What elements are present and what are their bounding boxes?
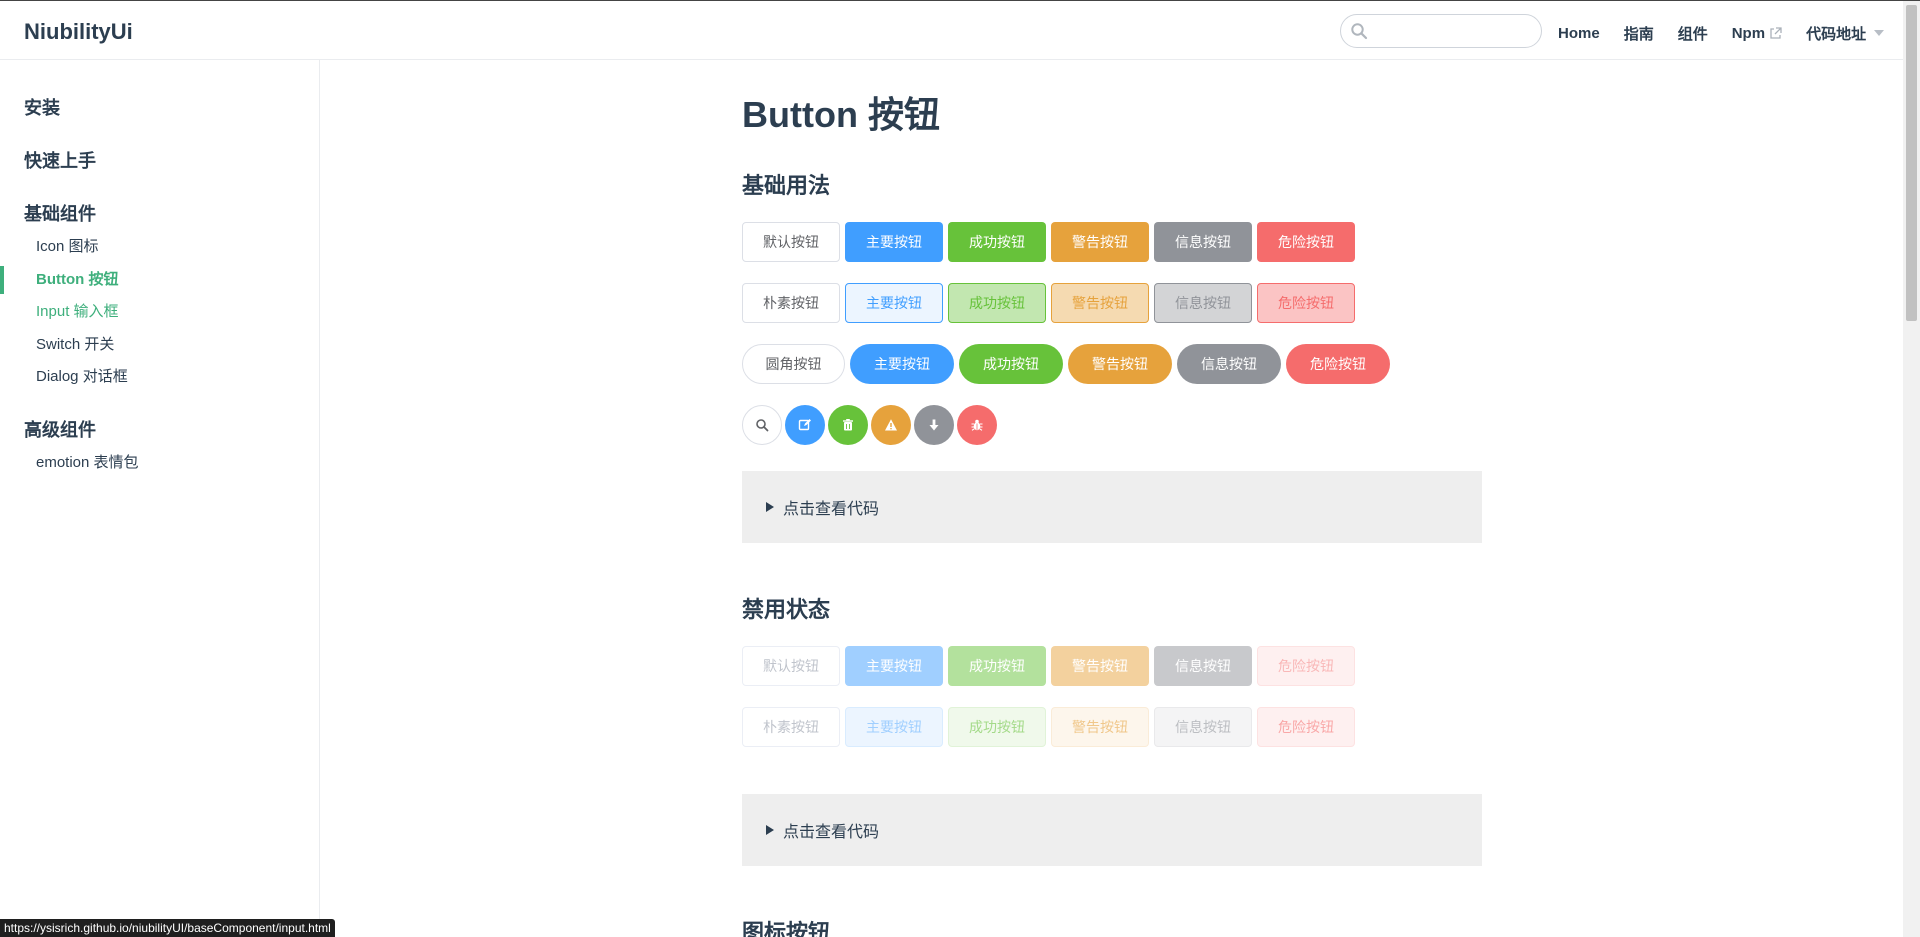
section-title-basic: 基础用法 [742,173,831,198]
nav-link-guide[interactable]: 指南 [1624,23,1654,44]
page-title: Button 按钮 [742,94,940,135]
sidebar-item-icon[interactable]: Icon 图标 [0,233,319,261]
circle-bug-button[interactable] [957,405,997,445]
circle-download-button[interactable] [914,405,954,445]
code-toggle-label: 点击查看代码 [783,824,880,841]
code-toggle-disabled[interactable]: 点击查看代码 [742,794,1482,866]
nav-dropdown-source[interactable]: 代码地址 [1806,23,1885,44]
disabled-plain-primary-button: 主要按钮 [845,707,943,747]
search-icon [1351,23,1368,40]
delete-icon [843,419,853,431]
status-bar-url: https://ysisrich.github.io/niubilityUI/b… [0,919,335,937]
default-button[interactable]: 默认按钮 [742,222,840,262]
triangle-right-icon [766,825,774,835]
disabled-default-button: 默认按钮 [742,646,840,686]
disabled-primary-button: 主要按钮 [845,646,943,686]
circle-edit-button[interactable] [785,405,825,445]
nav-link-npm-label: Npm [1731,24,1766,42]
navbar: NiubilityUi Home 指南 组件 Npm 代码地址 [0,1,1903,60]
external-link-icon [1770,26,1782,39]
scrollbar-thumb[interactable] [1906,5,1917,321]
edit-icon [798,419,811,431]
disabled-warning-button: 警告按钮 [1051,646,1149,686]
disabled-success-button: 成功按钮 [948,646,1046,686]
button-row-disabled-plain: 朴素按钮 主要按钮 成功按钮 警告按钮 信息按钮 危险按钮 [742,707,1355,747]
disabled-plain-info-button: 信息按钮 [1154,707,1252,747]
button-row-plain: 朴素按钮 主要按钮 成功按钮 警告按钮 信息按钮 危险按钮 [742,283,1355,323]
round-danger-button[interactable]: 危险按钮 [1286,344,1390,384]
button-row-basic: 默认按钮 主要按钮 成功按钮 警告按钮 信息按钮 危险按钮 [742,222,1355,262]
code-toggle-label: 点击查看代码 [783,501,880,518]
warning-icon [885,419,897,431]
sidebar-item-button[interactable]: Button 按钮 [0,266,319,294]
sidebar: 安装 快速上手 基础组件 Icon 图标 Button 按钮 Input 输入框… [0,60,320,937]
circle-search-button[interactable] [742,405,782,445]
nav-links: Home 指南 组件 Npm 代码地址 [1558,22,1908,44]
nav-link-home[interactable]: Home [1558,25,1600,42]
nav-link-npm[interactable]: Npm [1732,25,1782,42]
plain-info-button[interactable]: 信息按钮 [1154,283,1252,323]
disabled-plain-warning-button: 警告按钮 [1051,707,1149,747]
disabled-plain-default-button: 朴素按钮 [742,707,840,747]
disabled-danger-button: 危险按钮 [1257,646,1355,686]
sidebar-item-switch[interactable]: Switch 开关 [0,331,319,359]
button-row-circle [742,405,997,445]
success-button[interactable]: 成功按钮 [948,222,1046,262]
plain-success-button[interactable]: 成功按钮 [948,283,1046,323]
nav-link-components[interactable]: 组件 [1678,23,1708,44]
warning-button[interactable]: 警告按钮 [1051,222,1149,262]
nav-dropdown-source-label: 代码地址 [1806,25,1867,43]
disabled-plain-danger-button: 危险按钮 [1257,707,1355,747]
sidebar-group-quickstart[interactable]: 快速上手 [24,147,96,173]
bug-icon [971,419,983,431]
brand-logo[interactable]: NiubilityUi [24,19,133,45]
download-icon [929,419,939,431]
info-button[interactable]: 信息按钮 [1154,222,1252,262]
round-info-button[interactable]: 信息按钮 [1177,344,1281,384]
search-box[interactable] [1340,14,1542,48]
code-toggle-basic[interactable]: 点击查看代码 [742,471,1482,543]
plain-danger-button[interactable]: 危险按钮 [1257,283,1355,323]
sidebar-group-install[interactable]: 安装 [24,94,60,120]
search-input[interactable] [1371,19,1533,43]
round-primary-button[interactable]: 主要按钮 [850,344,954,384]
section-title-disabled: 禁用状态 [742,597,831,622]
circle-delete-button[interactable] [828,405,868,445]
disabled-info-button: 信息按钮 [1154,646,1252,686]
button-row-disabled: 默认按钮 主要按钮 成功按钮 警告按钮 信息按钮 危险按钮 [742,646,1355,686]
plain-warning-button[interactable]: 警告按钮 [1051,283,1149,323]
disabled-plain-success-button: 成功按钮 [948,707,1046,747]
plain-default-button[interactable]: 朴素按钮 [742,283,840,323]
section-title-icon-buttons: 图标按钮 [742,920,831,937]
round-default-button[interactable]: 圆角按钮 [742,344,845,384]
sidebar-group-basic: 基础组件 [24,204,96,224]
danger-button[interactable]: 危险按钮 [1257,222,1355,262]
round-success-button[interactable]: 成功按钮 [959,344,1063,384]
search-icon [756,419,769,432]
plain-primary-button[interactable]: 主要按钮 [845,283,943,323]
sidebar-item-emotion[interactable]: emotion 表情包 [0,449,319,477]
round-warning-button[interactable]: 警告按钮 [1068,344,1172,384]
sidebar-item-dialog[interactable]: Dialog 对话框 [0,363,319,391]
primary-button[interactable]: 主要按钮 [845,222,943,262]
triangle-right-icon [766,502,774,512]
sidebar-item-input[interactable]: Input 输入框 [0,298,319,326]
button-row-round: 圆角按钮 主要按钮 成功按钮 警告按钮 信息按钮 危险按钮 [742,344,1390,384]
circle-warning-button[interactable] [871,405,911,445]
caret-down-icon [1874,30,1885,36]
sidebar-group-advanced: 高级组件 [24,420,96,440]
